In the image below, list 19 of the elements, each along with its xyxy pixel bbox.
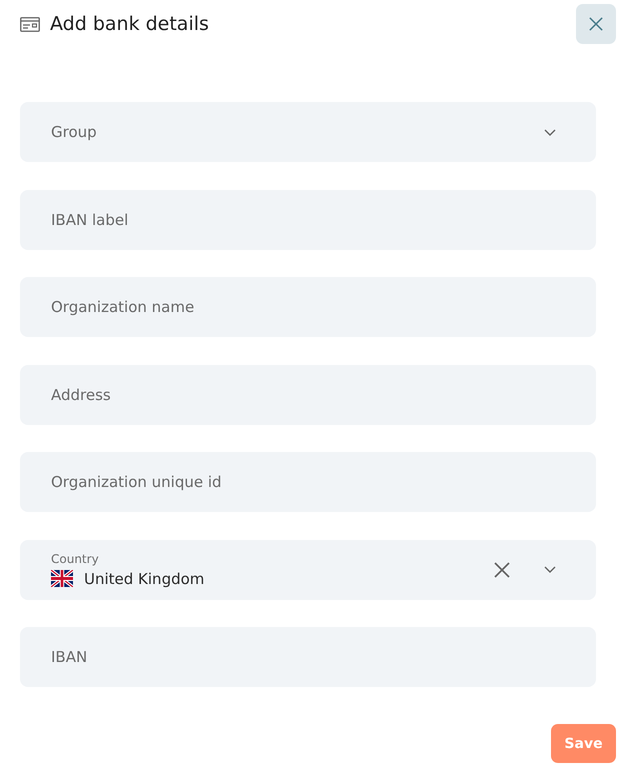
clear-button[interactable] bbox=[494, 562, 510, 578]
group-select[interactable]: Group bbox=[20, 102, 596, 162]
text-field[interactable]: IBAN bbox=[20, 627, 596, 687]
country-select[interactable]: Country United Kingdom bbox=[20, 540, 596, 600]
card-icon bbox=[20, 16, 40, 32]
chevron-down-icon bbox=[544, 128, 556, 136]
text-field[interactable]: Organization name bbox=[20, 277, 596, 337]
close-button[interactable] bbox=[576, 4, 616, 44]
text-field[interactable]: Organization unique id bbox=[20, 452, 596, 512]
flag-icon bbox=[51, 570, 73, 587]
text-field[interactable]: Address bbox=[20, 364, 596, 424]
chevron-down-icon bbox=[544, 566, 556, 573]
close-icon bbox=[589, 17, 603, 31]
dialog-title: Add bank details bbox=[50, 13, 210, 35]
selected-value: United Kingdom bbox=[84, 570, 204, 588]
field-label: Country bbox=[51, 552, 100, 566]
text-field[interactable]: IBAN label bbox=[20, 190, 596, 250]
select-placeholder: Group bbox=[51, 123, 98, 141]
close-icon bbox=[494, 562, 510, 578]
